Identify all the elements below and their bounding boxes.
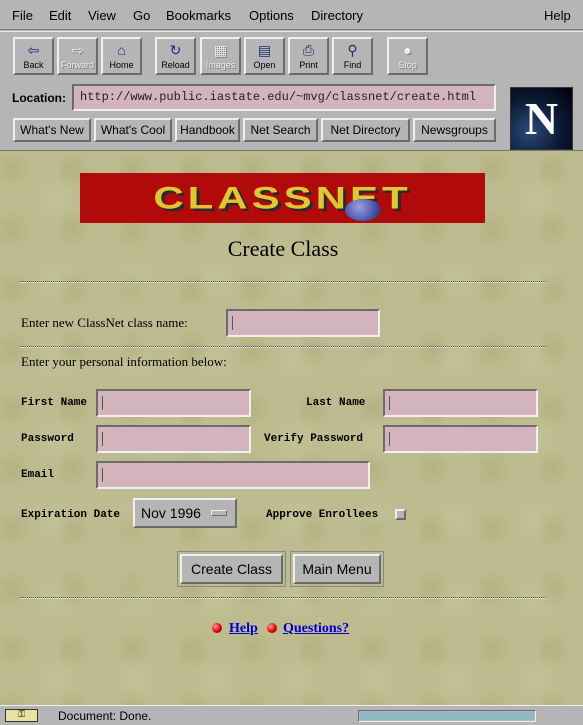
status-bar: ⚿ Document: Done.	[0, 705, 583, 725]
menu-help[interactable]: Help	[544, 8, 571, 23]
expiration-date-select[interactable]: Nov 1996	[133, 498, 237, 528]
netscape-logo[interactable]: N	[510, 87, 573, 150]
email-label: Email	[21, 469, 55, 481]
approve-enrollees-checkbox[interactable]	[395, 509, 406, 520]
last-name-label: Last Name	[306, 397, 366, 409]
menu-options[interactable]: Options	[249, 8, 294, 23]
text-cursor-icon	[102, 468, 104, 482]
help-bullet-icon	[212, 623, 222, 633]
open-icon: ▤	[257, 42, 272, 58]
create-class-button[interactable]: Create Class	[180, 554, 283, 584]
first-name-label: First Name	[21, 397, 88, 409]
progress-fill	[360, 712, 534, 720]
key-icon[interactable]: ⚿	[5, 709, 38, 722]
expiration-value: Nov 1996	[141, 505, 201, 521]
whats-new-button[interactable]: What's New	[13, 118, 91, 142]
status-text: Document: Done.	[58, 709, 152, 723]
text-cursor-icon	[102, 396, 104, 410]
back-arrow-icon: ⇦	[27, 42, 40, 58]
menu-bar: File Edit View Go Bookmarks Options Dire…	[0, 0, 583, 30]
verify-password-input[interactable]	[383, 425, 538, 453]
home-button[interactable]: ⌂ Home	[101, 37, 142, 75]
find-button[interactable]: ⚲ Find	[332, 37, 373, 75]
verify-password-label: Verify Password	[264, 433, 364, 445]
location-label: Location:	[12, 91, 66, 105]
text-cursor-icon	[102, 432, 104, 446]
images-icon: ▦	[213, 42, 228, 58]
email-input[interactable]	[96, 461, 370, 489]
expiration-label: Expiration Date	[21, 509, 121, 521]
personal-info-label: Enter your personal information below:	[21, 354, 227, 369]
open-button[interactable]: ▤ Open	[244, 37, 285, 75]
create-class-button-frame: Create Class	[177, 551, 286, 587]
printer-icon: ⎙	[302, 42, 315, 58]
divider	[20, 281, 546, 283]
divider	[20, 346, 546, 348]
forward-button[interactable]: ⇨ Forward	[57, 37, 98, 75]
password-input[interactable]	[96, 425, 251, 453]
net-search-button[interactable]: Net Search	[243, 118, 318, 142]
text-cursor-icon	[389, 432, 391, 446]
text-cursor-icon	[232, 316, 234, 330]
netscape-n-icon: N	[524, 93, 559, 144]
banner-text: CLASSNET	[153, 180, 412, 216]
navigation-toolbar: ⇦ Back ⇨ Forward ⌂ Home ↻ Reload ▦ Image…	[0, 31, 583, 150]
handbook-button[interactable]: Handbook	[175, 118, 240, 142]
page-content: CLASSNET Create Class Enter new ClassNet…	[0, 150, 583, 705]
reload-button[interactable]: ↻ Reload	[155, 37, 196, 75]
stop-icon: ●	[403, 42, 412, 58]
password-label: Password	[21, 433, 74, 445]
globe-icon	[345, 199, 381, 221]
progress-bar	[358, 710, 536, 722]
back-button[interactable]: ⇦ Back	[13, 37, 54, 75]
first-name-input[interactable]	[96, 389, 251, 417]
forward-arrow-icon: ⇨	[71, 42, 84, 58]
option-menu-indicator-icon	[211, 510, 227, 516]
newsgroups-button[interactable]: Newsgroups	[413, 118, 496, 142]
stop-button[interactable]: ● Stop	[387, 37, 428, 75]
images-button[interactable]: ▦ Images	[200, 37, 241, 75]
binoculars-icon: ⚲	[347, 42, 358, 58]
main-menu-button-frame: Main Menu	[290, 551, 384, 587]
menu-file[interactable]: File	[12, 8, 33, 23]
main-menu-button[interactable]: Main Menu	[293, 554, 381, 584]
questions-bullet-icon	[267, 623, 277, 633]
text-cursor-icon	[389, 396, 391, 410]
page-title: Create Class	[227, 236, 339, 261]
divider	[20, 597, 546, 599]
menu-edit[interactable]: Edit	[49, 8, 71, 23]
approve-enrollees-label: Approve Enrollees	[266, 509, 379, 521]
menu-view[interactable]: View	[88, 8, 116, 23]
home-icon: ⌂	[117, 42, 126, 58]
menu-bookmarks[interactable]: Bookmarks	[166, 8, 231, 23]
class-name-input[interactable]	[226, 309, 380, 337]
classnet-banner: CLASSNET	[80, 173, 485, 223]
print-button[interactable]: ⎙ Print	[288, 37, 329, 75]
whats-cool-button[interactable]: What's Cool	[94, 118, 172, 142]
menu-go[interactable]: Go	[133, 8, 150, 23]
reload-icon: ↻	[169, 42, 182, 58]
questions-link[interactable]: Questions?	[283, 621, 349, 637]
help-link[interactable]: Help	[229, 621, 258, 637]
location-input[interactable]: http://www.public.iastate.edu/~mvg/class…	[72, 84, 496, 111]
class-name-label: Enter new ClassNet class name:	[21, 315, 188, 330]
menu-directory[interactable]: Directory	[311, 8, 363, 23]
net-directory-button[interactable]: Net Directory	[321, 118, 410, 142]
last-name-input[interactable]	[383, 389, 538, 417]
